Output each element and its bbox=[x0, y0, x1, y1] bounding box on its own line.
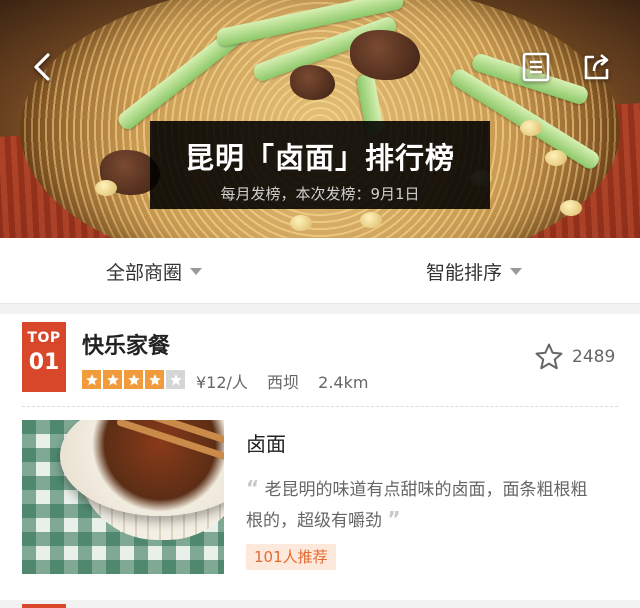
price-per-person: ¥12/人 bbox=[196, 373, 248, 392]
back-button[interactable] bbox=[20, 45, 64, 89]
dish-name: 卤面 bbox=[246, 432, 286, 456]
favorite-count: 2489 bbox=[572, 347, 616, 367]
caret-down-icon bbox=[190, 267, 203, 275]
favorite-button[interactable]: 2489 bbox=[534, 342, 615, 372]
rating-stars bbox=[82, 370, 187, 389]
open-quote-icon: “ bbox=[246, 476, 260, 500]
share-button[interactable] bbox=[575, 45, 619, 89]
star-filled-icon bbox=[124, 370, 143, 389]
bean-sprout bbox=[560, 200, 582, 216]
share-icon bbox=[584, 54, 609, 80]
bean-sprout bbox=[520, 120, 542, 136]
ranking-title-box: 昆明「卤面」排行榜 每月发榜，本次发榜：9月1日 bbox=[150, 121, 490, 209]
sort-filter-label: 智能排序 bbox=[426, 261, 503, 284]
rank-badge-number: 01 bbox=[28, 350, 60, 375]
shop-name[interactable]: 快乐家餐 bbox=[82, 328, 170, 360]
star-empty-icon bbox=[166, 370, 185, 389]
star-outline-icon bbox=[535, 343, 563, 370]
filter-bar: 全部商圈 智能排序 bbox=[0, 238, 640, 304]
rank-badge-top: TOP bbox=[27, 330, 61, 346]
star-filled-icon bbox=[145, 370, 164, 389]
area-filter-dropdown[interactable]: 全部商圈 bbox=[106, 238, 203, 304]
document-list-icon bbox=[522, 52, 550, 82]
divider bbox=[22, 406, 618, 407]
area-filter-label: 全部商圈 bbox=[106, 261, 183, 284]
shop-meta: ¥12/人 西坝 2.4km bbox=[196, 369, 382, 393]
close-quote-icon: ” bbox=[387, 507, 401, 531]
bean-sprout bbox=[360, 212, 382, 228]
list-button[interactable] bbox=[514, 45, 558, 89]
district: 西坝 bbox=[267, 373, 300, 392]
braised-meat bbox=[290, 65, 335, 100]
chevron-left-icon bbox=[34, 53, 50, 81]
ranking-subtitle: 每月发榜，本次发榜：9月1日 bbox=[220, 185, 420, 203]
bean-sprout bbox=[545, 150, 567, 166]
dish-photo[interactable] bbox=[22, 420, 224, 574]
bean-sprout bbox=[290, 215, 312, 231]
distance: 2.4km bbox=[318, 373, 369, 392]
next-rank-badge bbox=[22, 604, 66, 608]
star-filled-icon bbox=[82, 370, 101, 389]
next-ranking-card bbox=[0, 600, 640, 608]
ranking-card[interactable]: TOP 01 快乐家餐 ¥12/人 西坝 2.4km 2489 卤面 “ 老昆明… bbox=[0, 314, 640, 608]
hero-banner: 昆明「卤面」排行榜 每月发榜，本次发榜：9月1日 bbox=[0, 0, 640, 238]
review-text: 老昆明的味道有点甜味的卤面，面条粗根粗根的，超级有嚼劲 bbox=[246, 480, 588, 531]
star-filled-icon bbox=[103, 370, 122, 389]
bean-sprout bbox=[95, 180, 117, 196]
rank-badge: TOP 01 bbox=[22, 322, 66, 392]
review-quote: “ 老昆明的味道有点甜味的卤面，面条粗根粗根的，超级有嚼劲 ” bbox=[246, 474, 596, 536]
ranking-title: 昆明「卤面」排行榜 bbox=[184, 141, 455, 175]
sort-filter-dropdown[interactable]: 智能排序 bbox=[426, 238, 523, 304]
caret-down-icon bbox=[510, 267, 523, 275]
recommend-badge: 101人推荐 bbox=[246, 544, 336, 570]
